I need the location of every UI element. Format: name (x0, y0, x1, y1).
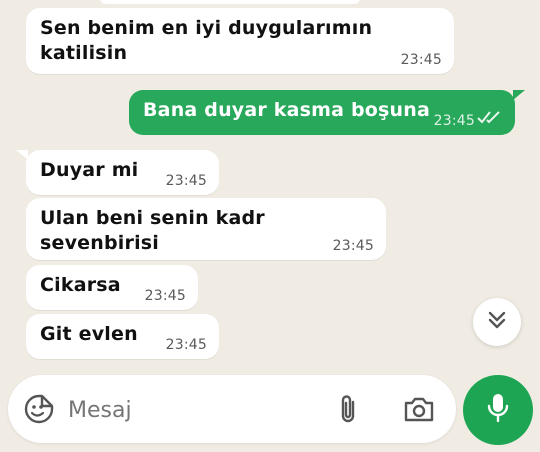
message-time: 23:45 (165, 173, 207, 189)
message-time: 23:45 (165, 337, 207, 353)
paperclip-icon[interactable] (336, 393, 360, 429)
message-time: 23:45 (400, 52, 442, 68)
microphone-icon (486, 392, 510, 428)
message-text: Sen benim en i̇yi̇ duygularımın kati̇li̇… (40, 17, 373, 64)
sticker-smile-icon[interactable] (24, 394, 54, 428)
message-time: 23:45 (144, 288, 186, 304)
message-bubble-outgoing[interactable]: Bana duyar kasma boşuna 23:45 (129, 90, 515, 135)
partial-bubble-edge (100, 0, 360, 4)
read-receipt-icon (477, 108, 503, 130)
message-time: 23:45 (332, 238, 374, 254)
message-input[interactable] (66, 389, 320, 431)
message-bubble-incoming[interactable]: Ulan beni̇ seni̇n kadr sevenbi̇ri̇si̇ 23… (26, 198, 386, 260)
double-chevron-down-icon (486, 309, 508, 335)
message-composer (8, 375, 456, 443)
message-bubble-incoming[interactable]: Sen benim en i̇yi̇ duygularımın kati̇li̇… (26, 8, 454, 74)
voice-record-button[interactable] (463, 375, 533, 445)
message-bubble-incoming[interactable]: Duyar mi̇ 23:45 (26, 150, 219, 195)
message-time: 23:45 (433, 113, 475, 129)
message-text: Ulan beni̇ seni̇n kadr sevenbi̇ri̇si̇ (40, 207, 265, 254)
message-bubble-incoming[interactable]: Gi̇t evlen 23:45 (26, 314, 219, 359)
bubble-tail (513, 90, 525, 100)
camera-icon[interactable] (403, 395, 435, 427)
message-bubble-incoming[interactable]: Ci̇karsa 23:45 (26, 265, 198, 310)
scroll-to-bottom-button[interactable] (473, 298, 521, 346)
